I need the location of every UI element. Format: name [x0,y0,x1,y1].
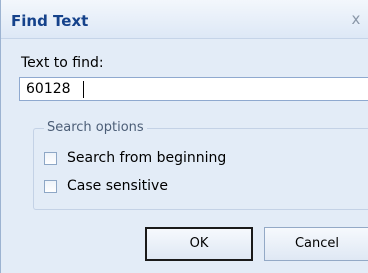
text-to-find-label: Text to find: [21,55,104,71]
dialog-title: Find Text [11,12,89,30]
title-bar[interactable]: Find Text x [1,0,368,39]
search-options-legend: Search options [44,120,147,135]
cancel-button[interactable]: Cancel [264,227,368,261]
search-options-group [33,128,368,210]
find-text-dialog: Find Text x Text to find: Search options… [0,0,368,273]
case-sensitive-checkbox[interactable] [44,180,57,193]
search-from-beginning-checkbox[interactable] [44,152,57,165]
text-cursor [83,81,84,98]
ok-button[interactable]: OK [145,227,253,261]
case-sensitive-label[interactable]: Case sensitive [67,178,168,194]
text-to-find-input[interactable] [19,77,368,101]
search-from-beginning-label[interactable]: Search from beginning [67,150,226,166]
close-icon[interactable]: x [347,10,365,28]
